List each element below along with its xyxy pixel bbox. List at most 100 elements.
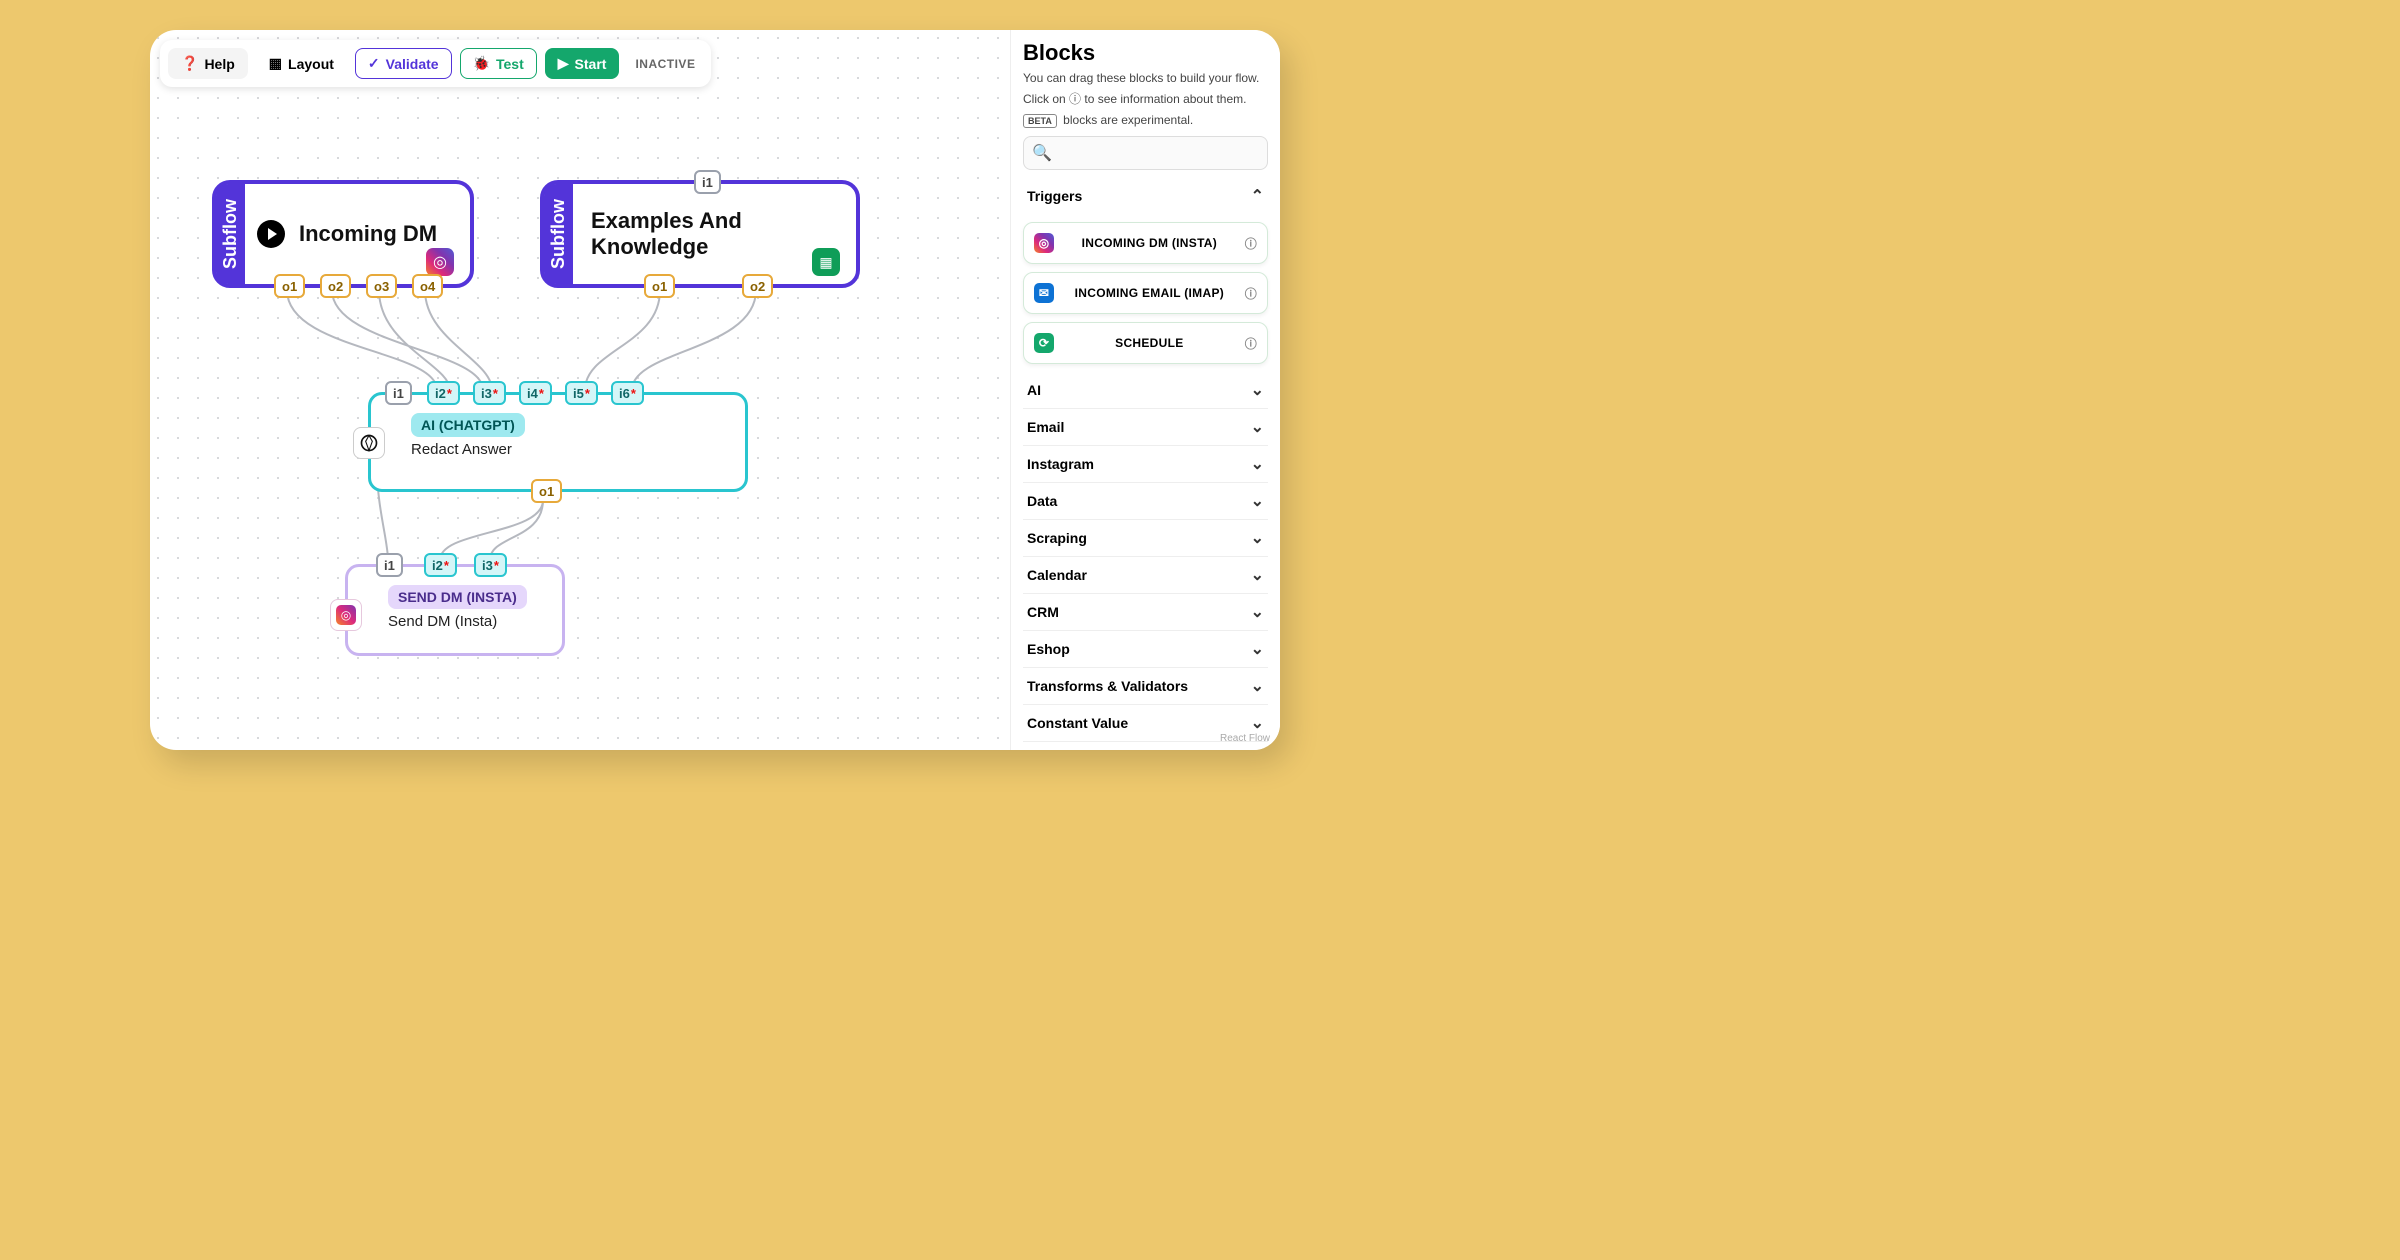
- bug-icon: 🐞: [473, 55, 490, 72]
- subflow-incoming-dm[interactable]: Subflow Incoming DM ◎ o1 o2 o3 o4: [212, 180, 474, 288]
- sidebar-desc-line1: You can drag these blocks to build your …: [1023, 70, 1268, 87]
- block-label: INCOMING DM (INSTA): [1064, 236, 1235, 250]
- category-label: Instagram: [1027, 456, 1094, 472]
- category-label: Data: [1027, 493, 1057, 509]
- test-button[interactable]: 🐞 Test: [460, 48, 537, 79]
- node-subtitle: Send DM (Insta): [388, 613, 562, 630]
- port-input[interactable]: i3*: [473, 381, 506, 405]
- port-output[interactable]: o4: [412, 274, 443, 298]
- info-icon[interactable]: ⓘ: [1245, 285, 1257, 302]
- help-icon: ❓: [181, 55, 198, 72]
- category-label: Constant Value: [1027, 715, 1128, 731]
- app-window: ❓ Help ▦ Layout ✓ Validate 🐞 Test ▶ Star…: [150, 30, 1280, 750]
- layout-label: Layout: [288, 56, 334, 72]
- subflow-tab: Subflow: [216, 184, 245, 284]
- category-triggers[interactable]: Triggers: [1023, 178, 1268, 214]
- block-label: SCHEDULE: [1064, 336, 1235, 350]
- info-icon[interactable]: ⓘ: [1245, 235, 1257, 252]
- category-transforms-validators[interactable]: Transforms & Validators: [1023, 668, 1268, 705]
- node-ai-chatgpt[interactable]: AI (CHATGPT) Redact Answer i1 i2* i3* i4…: [368, 392, 748, 492]
- subflow-title: Incoming DM: [299, 221, 437, 247]
- openai-icon: [353, 427, 385, 459]
- node-header: AI (CHATGPT): [411, 413, 525, 437]
- category-crm[interactable]: CRM: [1023, 594, 1268, 631]
- port-input[interactable]: i1: [385, 381, 412, 405]
- chevron-down-icon: [1251, 713, 1264, 733]
- check-icon: ✓: [368, 55, 380, 72]
- validate-label: Validate: [386, 56, 439, 72]
- port-input[interactable]: i1: [376, 553, 403, 577]
- node-send-dm[interactable]: ◎ SEND DM (INSTA) Send DM (Insta) i1 i2*…: [345, 564, 565, 656]
- block-search[interactable]: 🔍: [1023, 136, 1268, 170]
- category-label: AI: [1027, 382, 1041, 398]
- layout-button[interactable]: ▦ Layout: [256, 48, 347, 79]
- block-schedule[interactable]: ⟳ SCHEDULE ⓘ: [1023, 322, 1268, 364]
- port-output[interactable]: o1: [274, 274, 305, 298]
- category-label: Transforms & Validators: [1027, 678, 1188, 694]
- category-label: Email: [1027, 419, 1064, 435]
- port-output[interactable]: o1: [644, 274, 675, 298]
- port-input[interactable]: i5*: [565, 381, 598, 405]
- chevron-down-icon: [1251, 454, 1264, 474]
- chevron-down-icon: [1251, 565, 1264, 585]
- category-label: Scraping: [1027, 530, 1087, 546]
- instagram-icon: ◎: [1034, 233, 1054, 253]
- category-calendar[interactable]: Calendar: [1023, 557, 1268, 594]
- port-input[interactable]: i3*: [474, 553, 507, 577]
- category-label: Triggers: [1027, 188, 1082, 204]
- chevron-down-icon: [1251, 676, 1264, 696]
- blocks-sidebar: Blocks You can drag these blocks to buil…: [1010, 30, 1280, 750]
- category-label: CRM: [1027, 604, 1059, 620]
- beta-badge: BETA: [1023, 114, 1057, 128]
- chevron-down-icon: [1251, 602, 1264, 622]
- category-label: Calendar: [1027, 567, 1087, 583]
- node-subtitle: Redact Answer: [411, 441, 745, 458]
- category-instagram[interactable]: Instagram: [1023, 446, 1268, 483]
- chevron-down-icon: [1251, 380, 1264, 400]
- port-output[interactable]: o2: [742, 274, 773, 298]
- category-data[interactable]: Data: [1023, 483, 1268, 520]
- instagram-icon: ◎: [426, 248, 454, 276]
- sidebar-title: Blocks: [1023, 40, 1268, 66]
- chevron-down-icon: [1251, 491, 1264, 511]
- category-eshop[interactable]: Eshop: [1023, 631, 1268, 668]
- port-input[interactable]: i2*: [427, 381, 460, 405]
- block-label: INCOMING EMAIL (IMAP): [1064, 286, 1235, 300]
- node-header: SEND DM (INSTA): [388, 585, 527, 609]
- sidebar-desc-line3: BETA blocks are experimental.: [1023, 112, 1268, 129]
- info-icon[interactable]: ⓘ: [1245, 335, 1257, 352]
- reactflow-watermark: React Flow: [1220, 733, 1270, 744]
- mail-icon: ✉: [1034, 283, 1054, 303]
- subflow-examples[interactable]: Subflow Examples And Knowledge ▦ i1 o1 o…: [540, 180, 860, 288]
- subflow-tab: Subflow: [544, 184, 573, 284]
- port-output[interactable]: o2: [320, 274, 351, 298]
- status-badge: INACTIVE: [627, 53, 703, 75]
- validate-button[interactable]: ✓ Validate: [355, 48, 452, 79]
- sheets-icon: ▦: [812, 248, 840, 276]
- instagram-icon: ◎: [330, 599, 362, 631]
- chevron-down-icon: [1251, 417, 1264, 437]
- repeat-icon: ⟳: [1034, 333, 1054, 353]
- info-icon: ⓘ: [1069, 92, 1081, 106]
- port-output[interactable]: o3: [366, 274, 397, 298]
- port-input[interactable]: i2*: [424, 553, 457, 577]
- category-ai[interactable]: AI: [1023, 372, 1268, 409]
- flow-canvas[interactable]: ❓ Help ▦ Layout ✓ Validate 🐞 Test ▶ Star…: [150, 30, 1010, 750]
- category-email[interactable]: Email: [1023, 409, 1268, 446]
- play-icon: ▶: [558, 55, 569, 72]
- block-incoming-dm[interactable]: ◎ INCOMING DM (INSTA) ⓘ: [1023, 222, 1268, 264]
- start-label: Start: [575, 56, 607, 72]
- search-input[interactable]: [1058, 146, 1259, 161]
- grid-icon: ▦: [269, 55, 282, 72]
- chevron-down-icon: [1251, 639, 1264, 659]
- help-button[interactable]: ❓ Help: [168, 48, 248, 79]
- port-input[interactable]: i4*: [519, 381, 552, 405]
- sidebar-desc-line2: Click on ⓘ to see information about them…: [1023, 91, 1268, 108]
- port-input[interactable]: i6*: [611, 381, 644, 405]
- category-scraping[interactable]: Scraping: [1023, 520, 1268, 557]
- port-output[interactable]: o1: [531, 479, 562, 503]
- block-incoming-email[interactable]: ✉ INCOMING EMAIL (IMAP) ⓘ: [1023, 272, 1268, 314]
- start-button[interactable]: ▶ Start: [545, 48, 620, 79]
- port-input[interactable]: i1: [694, 170, 721, 194]
- search-icon: 🔍: [1032, 143, 1052, 163]
